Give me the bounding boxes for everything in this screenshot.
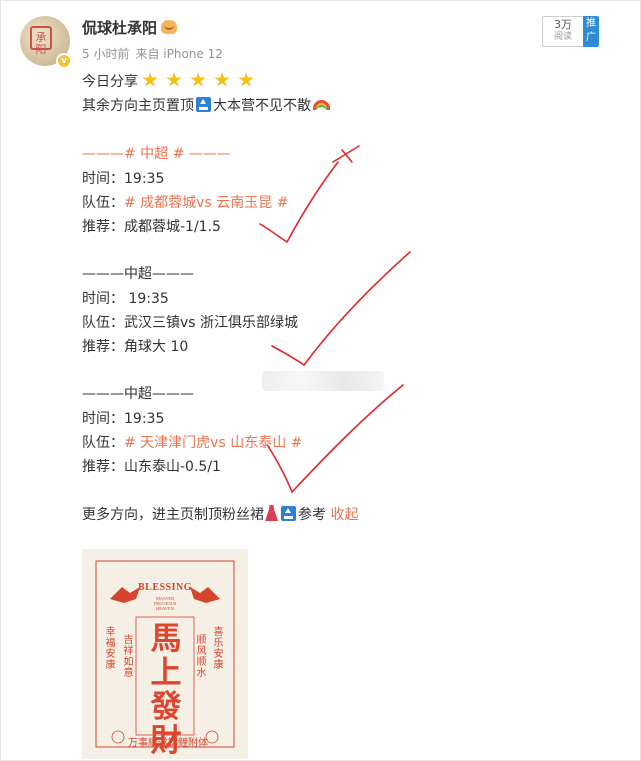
check-mark-3	[267, 384, 404, 494]
poster-bottom-left: 万事顺遂	[128, 738, 168, 749]
poster-inner-left: 吉祥如意	[123, 635, 134, 679]
cross-mark	[332, 145, 360, 163]
attached-image[interactable]: BLESSING MASTER FRUGIOUS HEAVEN 馬上發財 幸福安…	[82, 549, 248, 759]
poster-left-text: 幸福安康	[105, 627, 116, 671]
poster-bottom-right: 锦鲤附体	[168, 738, 208, 749]
poster-inner-right: 顺风顺水	[196, 635, 207, 679]
poster-blessing: BLESSING	[137, 582, 193, 593]
check-mark-2	[271, 251, 411, 367]
poster-subtitle: MASTER FRUGIOUS HEAVEN	[153, 596, 177, 611]
check-mark-1	[259, 161, 339, 244]
poster-right-text: 喜乐安康	[213, 627, 224, 671]
